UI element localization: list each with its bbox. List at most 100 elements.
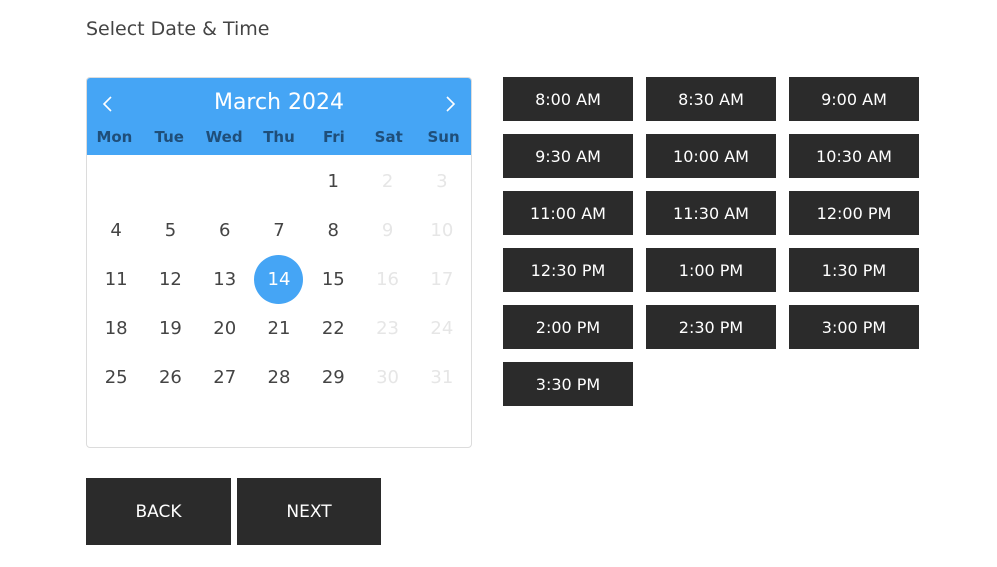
day-number: 28 [267, 367, 291, 388]
day-number: 30 [376, 367, 400, 388]
time-slot-button[interactable]: 9:00 AM [789, 77, 919, 121]
calendar-day[interactable]: 5 [143, 206, 197, 255]
day-number: 20 [213, 318, 237, 339]
day-number: 22 [321, 318, 345, 339]
page-title: Select Date & Time [86, 18, 270, 40]
day-number: 11 [104, 269, 128, 290]
day-number: 23 [376, 318, 400, 339]
calendar-day[interactable]: 27 [198, 353, 252, 402]
calendar-day[interactable]: 28 [252, 353, 306, 402]
next-month-button[interactable] [438, 92, 462, 116]
weekday-label: Tue [154, 128, 184, 146]
calendar-day: 16 [360, 255, 414, 304]
calendar-day: 30 [360, 353, 414, 402]
time-slot-grid: 8:00 AM 8:30 AM 9:00 AM 9:30 AM 10:00 AM 10:3… [503, 77, 919, 406]
time-slot-button[interactable]: 3:00 PM [789, 305, 919, 349]
day-number: 24 [430, 318, 454, 339]
time-slot-button[interactable]: 8:30 AM [646, 77, 776, 121]
calendar-day[interactable]: 4 [89, 206, 143, 255]
weekday-row: Mon Tue Wed Thu Fri Sat Sun [87, 128, 471, 146]
calendar-day[interactable]: 15 [306, 255, 360, 304]
day-number: 1 [327, 171, 339, 192]
day-number: 21 [267, 318, 291, 339]
day-number: 2 [381, 171, 394, 192]
day-number: 14 [254, 255, 304, 304]
day-number: 29 [321, 367, 345, 388]
weekday-label: Sun [427, 128, 460, 146]
time-slot-button[interactable]: 12:30 PM [503, 248, 633, 292]
day-number: 31 [430, 367, 454, 388]
calendar-header: March 2024 Mon Tue Wed Thu Fri Sat Sun [87, 78, 471, 155]
next-button[interactable]: NEXT [237, 478, 381, 545]
calendar-day[interactable]: 11 [89, 255, 143, 304]
empty-day-cell [143, 157, 197, 206]
calendar-day-selected[interactable]: 14 [252, 255, 306, 304]
calendar-day: 31 [415, 353, 469, 402]
time-slot-button[interactable]: 11:30 AM [646, 191, 776, 235]
day-number: 10 [430, 220, 454, 241]
day-number: 13 [213, 269, 237, 290]
weekday-label: Mon [96, 128, 133, 146]
time-slot-button[interactable]: 8:00 AM [503, 77, 633, 121]
empty-day-cell [89, 157, 143, 206]
calendar-day: 2 [360, 157, 414, 206]
calendar-day[interactable]: 7 [252, 206, 306, 255]
calendar-day: 17 [415, 255, 469, 304]
calendar-day: 24 [415, 304, 469, 353]
time-slot-button[interactable]: 11:00 AM [503, 191, 633, 235]
chevron-right-icon [446, 96, 456, 112]
calendar-day[interactable]: 6 [198, 206, 252, 255]
calendar-day: 9 [360, 206, 414, 255]
calendar-day[interactable]: 21 [252, 304, 306, 353]
day-number: 27 [213, 367, 237, 388]
day-number: 15 [321, 269, 345, 290]
calendar-day[interactable]: 13 [198, 255, 252, 304]
day-number: 26 [158, 367, 182, 388]
calendar-day: 3 [415, 157, 469, 206]
calendar-day[interactable]: 19 [143, 304, 197, 353]
date-picker-calendar: March 2024 Mon Tue Wed Thu Fri Sat Sun 1234567… [86, 77, 472, 448]
form-actions: BACK NEXT [86, 478, 381, 545]
time-slot-button[interactable]: 9:30 AM [503, 134, 633, 178]
time-slot-button[interactable]: 3:30 PM [503, 362, 633, 406]
calendar-day[interactable]: 18 [89, 304, 143, 353]
day-number: 5 [164, 220, 177, 241]
time-slot-button[interactable]: 1:00 PM [646, 248, 776, 292]
calendar-day[interactable]: 22 [306, 304, 360, 353]
calendar-day: 10 [415, 206, 469, 255]
weekday-label: Thu [263, 128, 295, 146]
empty-day-cell [252, 157, 306, 206]
calendar-day[interactable]: 20 [198, 304, 252, 353]
day-number: 4 [110, 220, 122, 241]
calendar-day[interactable]: 1 [306, 157, 360, 206]
calendar-day[interactable]: 12 [143, 255, 197, 304]
time-slot-button[interactable]: 12:00 PM [789, 191, 919, 235]
day-number: 18 [104, 318, 128, 339]
day-number: 19 [158, 318, 182, 339]
calendar-month-label: March 2024 [213, 90, 345, 115]
calendar-day[interactable]: 25 [89, 353, 143, 402]
day-number: 16 [376, 269, 400, 290]
calendar-day: 23 [360, 304, 414, 353]
time-slot-button[interactable]: 10:30 AM [789, 134, 919, 178]
weekday-label: Fri [322, 128, 345, 146]
day-number: 9 [381, 220, 394, 241]
calendar-day[interactable]: 29 [306, 353, 360, 402]
back-button[interactable]: BACK [86, 478, 231, 545]
calendar-day[interactable]: 8 [306, 206, 360, 255]
calendar-days-grid: 1 2 3 4 5 6 7 8 9 10 11 12 13 14 15 16 17 18 19 20 21 22 23 24 2… [87, 157, 471, 402]
weekday-label: Sat [374, 128, 403, 146]
day-number: 12 [158, 269, 182, 290]
time-slot-button[interactable]: 10:00 AM [646, 134, 776, 178]
day-number: 7 [273, 220, 285, 241]
time-slot-button[interactable]: 2:00 PM [503, 305, 633, 349]
time-slot-button[interactable]: 2:30 PM [646, 305, 776, 349]
time-slot-button[interactable]: 1:30 PM [789, 248, 919, 292]
weekday-label: Wed [205, 128, 243, 146]
day-number: 8 [327, 220, 339, 241]
day-number: 17 [430, 269, 454, 290]
day-number: 6 [218, 220, 231, 241]
calendar-day[interactable]: 26 [143, 353, 197, 402]
day-number: 3 [436, 171, 448, 192]
day-number: 25 [104, 367, 128, 388]
